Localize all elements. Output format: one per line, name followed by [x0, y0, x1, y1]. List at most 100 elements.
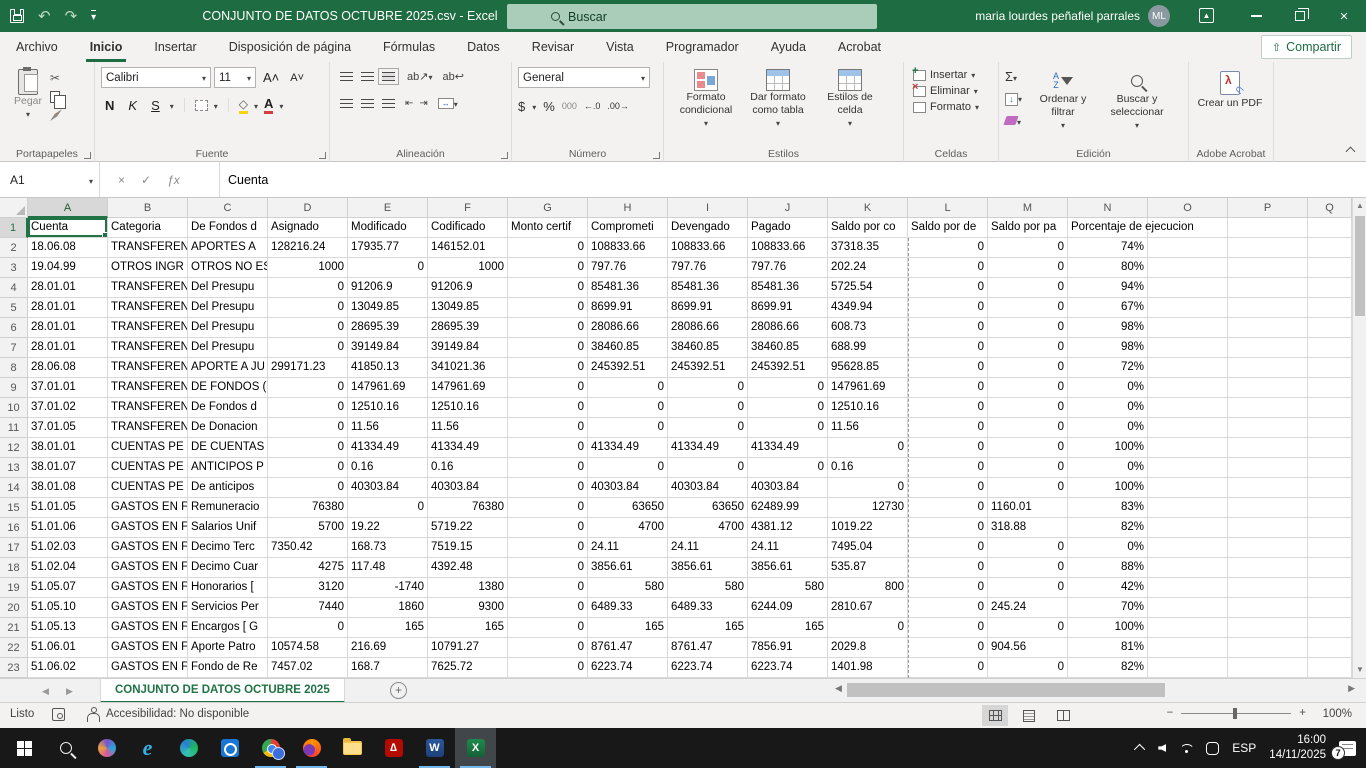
cell-N10[interactable]: 0% — [1068, 398, 1148, 418]
cell-L7[interactable]: 0 — [908, 338, 988, 358]
cell-L3[interactable]: 0 — [908, 258, 988, 278]
cell-M15[interactable]: 1160.01 — [988, 498, 1068, 518]
cell-I2[interactable]: 108833.66 — [668, 238, 748, 258]
cell-B6[interactable]: TRANSFEREN — [108, 318, 188, 338]
cell-E4[interactable]: 91206.9 — [348, 278, 428, 298]
cell-H19[interactable]: 580 — [588, 578, 668, 598]
cell-P15[interactable] — [1228, 498, 1308, 518]
cell-G23[interactable]: 0 — [508, 658, 588, 678]
cell-I17[interactable]: 24.11 — [668, 538, 748, 558]
cell-J10[interactable]: 0 — [748, 398, 828, 418]
cell-L18[interactable]: 0 — [908, 558, 988, 578]
cell-J20[interactable]: 6244.09 — [748, 598, 828, 618]
cell-I1[interactable]: Devengado — [668, 218, 748, 238]
cell-O14[interactable] — [1148, 478, 1228, 498]
cell-N5[interactable]: 67% — [1068, 298, 1148, 318]
col-header-N[interactable]: N — [1068, 198, 1148, 218]
cell-Q23[interactable] — [1308, 658, 1352, 678]
cell-D2[interactable]: 128216.24 — [268, 238, 348, 258]
save-icon[interactable] — [10, 9, 24, 23]
dialog-launcher-icon[interactable] — [84, 152, 91, 159]
cell-G17[interactable]: 0 — [508, 538, 588, 558]
cell-C9[interactable]: DE FONDOS ( — [188, 378, 268, 398]
cell-B10[interactable]: TRANSFEREN — [108, 398, 188, 418]
italic-button[interactable]: K — [124, 97, 141, 114]
decrease-decimal-icon[interactable]: .00→ — [607, 101, 629, 111]
cell-J13[interactable]: 0 — [748, 458, 828, 478]
cell-B16[interactable]: GASTOS EN F — [108, 518, 188, 538]
cell-Q1[interactable] — [1308, 218, 1352, 238]
cut-icon[interactable]: ✂ — [50, 71, 62, 85]
new-sheet-icon[interactable]: + — [390, 682, 407, 699]
taskbar-edge-button[interactable] — [168, 728, 209, 768]
cell-I12[interactable]: 41334.49 — [668, 438, 748, 458]
cell-K6[interactable]: 608.73 — [828, 318, 908, 338]
cell-Q12[interactable] — [1308, 438, 1352, 458]
comma-format-icon[interactable]: 000 — [562, 101, 577, 111]
cell-D15[interactable]: 76380 — [268, 498, 348, 518]
cell-G18[interactable]: 0 — [508, 558, 588, 578]
cell-O5[interactable] — [1148, 298, 1228, 318]
cell-I20[interactable]: 6489.33 — [668, 598, 748, 618]
cell-I9[interactable]: 0 — [668, 378, 748, 398]
cell-J7[interactable]: 38460.85 — [748, 338, 828, 358]
cell-F12[interactable]: 41334.49 — [428, 438, 508, 458]
cell-P21[interactable] — [1228, 618, 1308, 638]
cell-D10[interactable]: 0 — [268, 398, 348, 418]
cell-E7[interactable]: 39149.84 — [348, 338, 428, 358]
volume-icon[interactable] — [1158, 744, 1166, 752]
cell-J2[interactable]: 108833.66 — [748, 238, 828, 258]
cell-C15[interactable]: Remuneracio — [188, 498, 268, 518]
cell-Q5[interactable] — [1308, 298, 1352, 318]
cell-K11[interactable]: 11.56 — [828, 418, 908, 438]
cell-I15[interactable]: 63650 — [668, 498, 748, 518]
cell-Q15[interactable] — [1308, 498, 1352, 518]
create-pdf-button[interactable]: Crear un PDF — [1195, 67, 1265, 110]
cell-D18[interactable]: 4275 — [268, 558, 348, 578]
cell-A16[interactable]: 51.01.06 — [28, 518, 108, 538]
cell-D13[interactable]: 0 — [268, 458, 348, 478]
cell-F13[interactable]: 0.16 — [428, 458, 508, 478]
cell-I8[interactable]: 245392.51 — [668, 358, 748, 378]
cell-H4[interactable]: 85481.36 — [588, 278, 668, 298]
cell-C20[interactable]: Servicios Per — [188, 598, 268, 618]
row-header-21[interactable]: 21 — [0, 618, 28, 638]
currency-format-icon[interactable]: $ — [518, 99, 525, 114]
fill-down-icon[interactable]: ↓ — [1005, 89, 1022, 107]
cancel-icon[interactable]: × — [118, 173, 125, 187]
cell-D9[interactable]: 0 — [268, 378, 348, 398]
zoom-slider[interactable] — [1181, 713, 1291, 714]
cell-J12[interactable]: 41334.49 — [748, 438, 828, 458]
cell-A20[interactable]: 51.05.10 — [28, 598, 108, 618]
cell-G14[interactable]: 0 — [508, 478, 588, 498]
chevron-down-icon[interactable] — [279, 96, 283, 114]
cell-M2[interactable]: 0 — [988, 238, 1068, 258]
cell-M20[interactable]: 245.24 — [988, 598, 1068, 618]
cell-E12[interactable]: 41334.49 — [348, 438, 428, 458]
row-header-1[interactable]: 1 — [0, 218, 28, 238]
cell-Q18[interactable] — [1308, 558, 1352, 578]
cell-J18[interactable]: 3856.61 — [748, 558, 828, 578]
cell-C22[interactable]: Aporte Patro — [188, 638, 268, 658]
macro-record-icon[interactable] — [52, 708, 65, 721]
cell-Q7[interactable] — [1308, 338, 1352, 358]
cell-C1[interactable]: De Fondos d — [188, 218, 268, 238]
row-header-5[interactable]: 5 — [0, 298, 28, 318]
cell-O18[interactable] — [1148, 558, 1228, 578]
cell-I21[interactable]: 165 — [668, 618, 748, 638]
row-header-3[interactable]: 3 — [0, 258, 28, 278]
cell-A11[interactable]: 37.01.05 — [28, 418, 108, 438]
font-name-select[interactable]: Calibri — [101, 67, 211, 88]
cell-K9[interactable]: 147961.69 — [828, 378, 908, 398]
cell-J19[interactable]: 580 — [748, 578, 828, 598]
cell-H9[interactable]: 0 — [588, 378, 668, 398]
col-header-D[interactable]: D — [268, 198, 348, 218]
cell-C23[interactable]: Fondo de Re — [188, 658, 268, 678]
cell-P9[interactable] — [1228, 378, 1308, 398]
align-left-icon[interactable] — [340, 99, 353, 108]
insert-cells-button[interactable]: Insertar — [910, 67, 994, 83]
cell-L19[interactable]: 0 — [908, 578, 988, 598]
cell-K22[interactable]: 2029.8 — [828, 638, 908, 658]
cell-C14[interactable]: De anticipos — [188, 478, 268, 498]
cell-Q8[interactable] — [1308, 358, 1352, 378]
